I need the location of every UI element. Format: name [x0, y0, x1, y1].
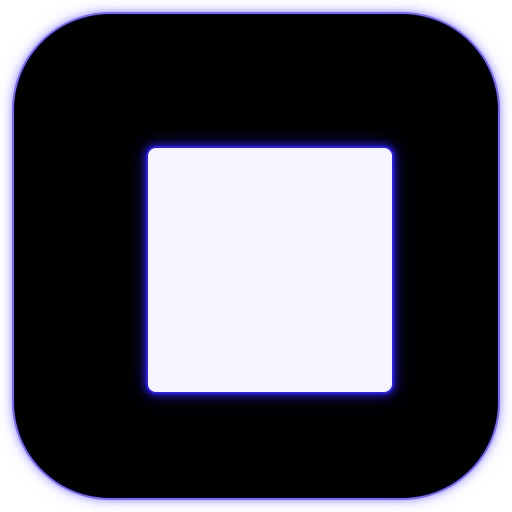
stop-square-icon: [148, 148, 392, 392]
icon-canvas: [0, 0, 512, 512]
stop-icon[interactable]: [14, 14, 498, 498]
